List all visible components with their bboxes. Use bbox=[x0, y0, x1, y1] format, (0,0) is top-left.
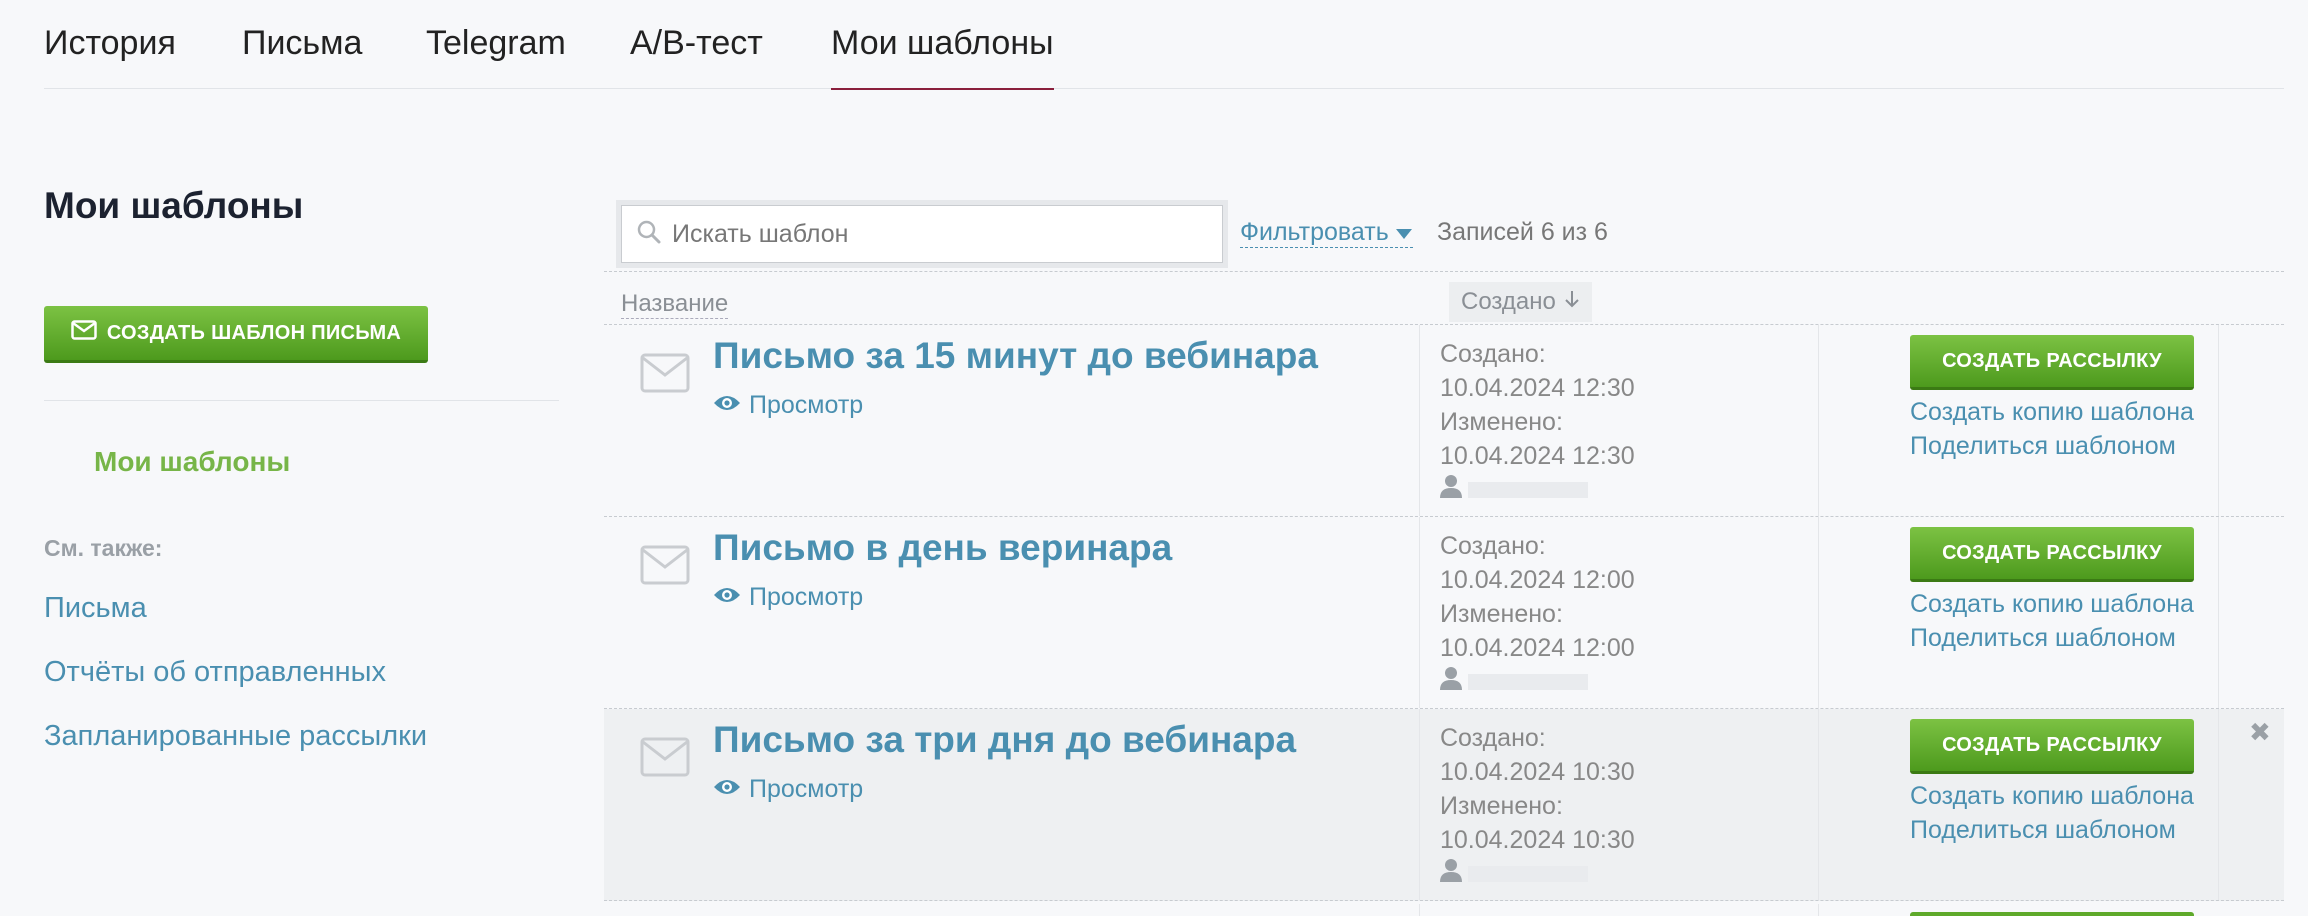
template-title[interactable]: Письмо за 15 минут до вебинара bbox=[713, 335, 1318, 377]
created-label: Создано: bbox=[1440, 340, 1546, 368]
envelope-icon bbox=[640, 545, 690, 590]
user-icon bbox=[1440, 857, 1462, 891]
tab-history[interactable]: История bbox=[44, 24, 176, 89]
share-template-link[interactable]: Поделиться шаблоном bbox=[1910, 816, 2176, 845]
preview-link[interactable]: Просмотр bbox=[713, 775, 863, 804]
user-icon bbox=[1440, 473, 1462, 507]
modified-date: 10.04.2024 10:30 bbox=[1440, 826, 1635, 854]
filter-label: Фильтровать bbox=[1240, 218, 1389, 246]
delete-icon[interactable]: ✖ bbox=[2249, 717, 2271, 748]
modified-date: 10.04.2024 12:30 bbox=[1440, 442, 1635, 470]
sidebar-item-my-templates[interactable]: Мои шаблоны bbox=[94, 446, 290, 478]
table-row: Письмо за 15 минут до вебинара Просмотр … bbox=[604, 325, 2284, 517]
row-meta: Создано: 10.04.2024 12:30 Изменено: 10.0… bbox=[1419, 325, 1819, 516]
caret-down-icon bbox=[1395, 218, 1413, 247]
created-date: 10.04.2024 12:30 bbox=[1440, 374, 1635, 402]
tab-telegram[interactable]: Telegram bbox=[426, 24, 566, 89]
copy-template-link[interactable]: Создать копию шаблона bbox=[1910, 782, 2194, 811]
search-wrapper bbox=[616, 200, 1228, 268]
row-meta: Создано: 10.04.2024 12:00 Изменено: 10.0… bbox=[1419, 517, 1819, 708]
top-tabs: История Письма Telegram A/B-тест Мои шаб… bbox=[44, 0, 2284, 90]
table-row: Письмо в день веринара Просмотр Создано:… bbox=[604, 517, 2284, 709]
preview-label: Просмотр bbox=[749, 391, 864, 419]
tab-letters[interactable]: Письма bbox=[242, 24, 362, 89]
tab-my-templates[interactable]: Мои шаблоны bbox=[831, 24, 1054, 90]
table-row-partial bbox=[604, 904, 2284, 916]
tab-ab-test[interactable]: A/B-тест bbox=[630, 24, 763, 89]
sidebar-link-scheduled[interactable]: Запланированные рассылки bbox=[44, 720, 427, 753]
table-row: Письмо за три дня до вебинара Просмотр С… bbox=[604, 709, 2284, 901]
arrow-down-icon bbox=[1564, 288, 1580, 316]
preview-link[interactable]: Просмотр bbox=[713, 583, 863, 612]
create-mailing-button-partial[interactable] bbox=[1910, 912, 2194, 916]
create-template-button[interactable]: СОЗДАТЬ ШАБЛОН ПИСЬМА bbox=[44, 306, 428, 363]
envelope-icon bbox=[640, 353, 690, 398]
sidebar-divider bbox=[44, 400, 559, 401]
envelope-icon bbox=[640, 737, 690, 782]
preview-label: Просмотр bbox=[749, 775, 864, 803]
create-template-label: СОЗДАТЬ ШАБЛОН ПИСЬМА bbox=[106, 321, 402, 344]
created-label: Создано: bbox=[1440, 724, 1546, 752]
copy-template-link[interactable]: Создать копию шаблона bbox=[1910, 590, 2194, 619]
create-mailing-button[interactable]: СОЗДАТЬ РАССЫЛКУ bbox=[1910, 719, 2194, 774]
author bbox=[1440, 857, 1818, 891]
sidebar-link-letters[interactable]: Письма bbox=[44, 592, 147, 625]
copy-template-link[interactable]: Создать копию шаблона bbox=[1910, 398, 2194, 427]
create-mailing-button[interactable]: СОЗДАТЬ РАССЫЛКУ bbox=[1910, 527, 2194, 582]
eye-icon bbox=[713, 775, 741, 804]
column-created-label: Создано bbox=[1461, 288, 1556, 315]
preview-link[interactable]: Просмотр bbox=[713, 391, 863, 420]
share-template-link[interactable]: Поделиться шаблоном bbox=[1910, 624, 2176, 653]
author-redacted bbox=[1468, 482, 1588, 498]
sidebar-link-reports[interactable]: Отчёты об отправленных bbox=[44, 656, 386, 689]
envelope-icon bbox=[71, 320, 97, 346]
records-count: Записей 6 из 6 bbox=[1437, 218, 1608, 246]
author-redacted bbox=[1468, 674, 1588, 690]
see-also-label: См. также: bbox=[44, 535, 163, 561]
modified-label: Изменено: bbox=[1440, 408, 1563, 436]
row-actions: СОЗДАТЬ РАССЫЛКУ Создать копию шаблона П… bbox=[1819, 709, 2219, 900]
share-template-link[interactable]: Поделиться шаблоном bbox=[1910, 432, 2176, 461]
author bbox=[1440, 473, 1818, 507]
user-icon bbox=[1440, 665, 1462, 699]
author bbox=[1440, 665, 1818, 699]
eye-icon bbox=[713, 391, 741, 420]
template-title[interactable]: Письмо в день веринара bbox=[713, 527, 1172, 569]
search-box bbox=[621, 205, 1223, 263]
column-header-created[interactable]: Создано bbox=[1449, 282, 1592, 322]
eye-icon bbox=[713, 583, 741, 612]
created-date: 10.04.2024 10:30 bbox=[1440, 758, 1635, 786]
create-mailing-button[interactable]: СОЗДАТЬ РАССЫЛКУ bbox=[1910, 335, 2194, 390]
template-title[interactable]: Письмо за три дня до вебинара bbox=[713, 719, 1296, 761]
toolbar-divider bbox=[604, 271, 2284, 272]
row-actions: СОЗДАТЬ РАССЫЛКУ Создать копию шаблона П… bbox=[1819, 517, 2219, 708]
modified-date: 10.04.2024 12:00 bbox=[1440, 634, 1635, 662]
author-redacted bbox=[1468, 866, 1588, 882]
created-date: 10.04.2024 12:00 bbox=[1440, 566, 1635, 594]
column-header-name[interactable]: Название bbox=[621, 290, 729, 319]
created-label: Создано: bbox=[1440, 532, 1546, 560]
modified-label: Изменено: bbox=[1440, 792, 1563, 820]
filter-dropdown[interactable]: Фильтровать bbox=[1240, 218, 1413, 248]
page-title: Мои шаблоны bbox=[44, 185, 304, 226]
preview-label: Просмотр bbox=[749, 583, 864, 611]
row-meta-partial bbox=[1419, 904, 1819, 916]
search-icon bbox=[636, 219, 662, 250]
row-actions: СОЗДАТЬ РАССЫЛКУ Создать копию шаблона П… bbox=[1819, 325, 2219, 516]
modified-label: Изменено: bbox=[1440, 600, 1563, 628]
row-meta: Создано: 10.04.2024 10:30 Изменено: 10.0… bbox=[1419, 709, 1819, 900]
search-input[interactable] bbox=[672, 219, 1222, 249]
